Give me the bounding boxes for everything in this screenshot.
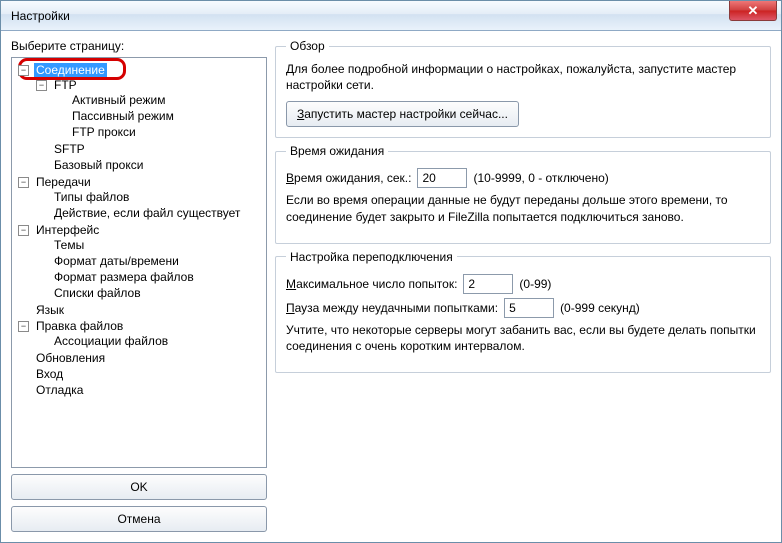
tree-item-ftp-passive[interactable]: Пассивный режим (70, 109, 176, 123)
tree-toggle-icon[interactable]: − (18, 65, 29, 76)
tree-item-file-types[interactable]: Типы файлов (52, 190, 131, 204)
tree-item-file-assoc[interactable]: Ассоциации файлов (52, 334, 170, 348)
tree-item-file-editing[interactable]: Правка файлов (34, 319, 125, 333)
timeout-input[interactable] (417, 168, 467, 188)
tree-item-themes[interactable]: Темы (52, 238, 86, 252)
tree-item-debug[interactable]: Отладка (34, 383, 85, 397)
left-pane: Выберите страницу: − Соединение − FTP (11, 39, 267, 532)
tree-item-ftp-proxy[interactable]: FTP прокси (70, 125, 138, 139)
overview-desc: Для более подробной информации о настрой… (286, 61, 760, 93)
timeout-group: Время ожидания Время ожидания, сек.: (10… (275, 144, 771, 243)
run-wizard-button[interactable]: Запустить мастер настройки сейчас... (286, 101, 519, 127)
overview-legend: Обзор (286, 39, 329, 53)
window-buttons: ✕ (730, 1, 777, 21)
tree-item-size-format[interactable]: Формат размера файлов (52, 270, 196, 284)
settings-tree[interactable]: − Соединение − FTP Активный режим Пассив… (11, 57, 267, 468)
tree-toggle-icon[interactable]: − (18, 177, 29, 188)
timeout-legend: Время ожидания (286, 144, 388, 158)
timeout-label: Время ожидания, сек.: (286, 171, 411, 185)
reconnect-legend: Настройка переподключения (286, 250, 457, 264)
dialog-content: Выберите страницу: − Соединение − FTP (1, 31, 781, 542)
timeout-hint: (10-9999, 0 - отключено) (473, 171, 608, 185)
retries-hint: (0-99) (519, 277, 551, 291)
tree-toggle-icon[interactable]: − (36, 80, 47, 91)
window-title: Настройки (11, 9, 70, 23)
tree-item-sftp[interactable]: SFTP (52, 142, 87, 156)
close-button[interactable]: ✕ (729, 1, 777, 21)
close-icon: ✕ (748, 4, 759, 17)
tree-item-interface[interactable]: Интерфейс (34, 223, 101, 237)
tree-item-updates[interactable]: Обновления (34, 351, 107, 365)
timeout-desc: Если во время операции данные не будут п… (286, 192, 760, 224)
tree-item-ftp[interactable]: FTP (52, 78, 79, 92)
tree-toggle-icon[interactable]: − (18, 321, 29, 332)
tree-item-ftp-active[interactable]: Активный режим (70, 93, 167, 107)
delay-hint: (0-999 секунд) (560, 301, 640, 315)
tree-item-connection[interactable]: Соединение (34, 63, 107, 77)
right-pane: Обзор Для более подробной информации о н… (275, 39, 771, 532)
delay-label: Пауза между неудачными попытками: (286, 301, 498, 315)
cancel-button[interactable]: Отмена (11, 506, 267, 532)
tree-item-logging[interactable]: Вход (34, 367, 65, 381)
titlebar: Настройки ✕ (1, 1, 781, 31)
reconnect-desc: Учтите, что некоторые серверы могут заба… (286, 322, 760, 354)
delay-input[interactable] (504, 298, 554, 318)
tree-item-file-exists[interactable]: Действие, если файл существует (52, 206, 242, 220)
tree-toggle-icon[interactable]: − (18, 225, 29, 236)
reconnect-group: Настройка переподключения Максимальное ч… (275, 250, 771, 373)
tree-item-transfers[interactable]: Передачи (34, 175, 93, 189)
tree-item-language[interactable]: Язык (34, 303, 66, 317)
retries-input[interactable] (463, 274, 513, 294)
select-page-label: Выберите страницу: (11, 39, 267, 53)
retries-label: Максимальное число попыток: (286, 277, 457, 291)
tree-item-generic-proxy[interactable]: Базовый прокси (52, 158, 145, 172)
tree-item-date-format[interactable]: Формат даты/времени (52, 254, 181, 268)
ok-button[interactable]: OK (11, 474, 267, 500)
tree-item-file-lists[interactable]: Списки файлов (52, 286, 143, 300)
overview-group: Обзор Для более подробной информации о н… (275, 39, 771, 138)
